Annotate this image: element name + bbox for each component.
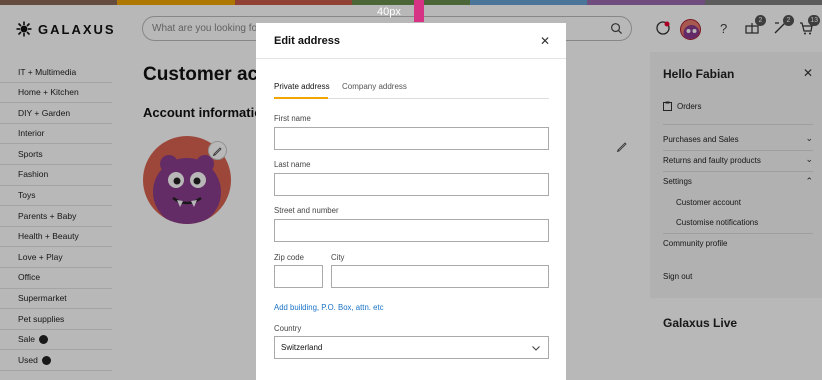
tab-private-address[interactable]: Private address <box>274 82 330 91</box>
dialog-title: Edit address <box>274 35 341 47</box>
city-label: City <box>331 253 345 262</box>
first-name-field[interactable] <box>274 127 549 150</box>
street-label: Street and number <box>274 206 339 215</box>
zip-field[interactable] <box>274 265 323 288</box>
tab-company-address[interactable]: Company address <box>342 82 407 91</box>
ruler-label: 40px <box>377 6 401 18</box>
edit-address-dialog: Edit address ✕ Private address Company a… <box>256 23 566 380</box>
active-tab-indicator <box>274 97 328 99</box>
street-field[interactable] <box>274 219 549 242</box>
close-icon[interactable]: ✕ <box>540 34 550 48</box>
country-select[interactable]: Switzerland <box>274 336 549 359</box>
chevron-down-icon <box>532 346 540 351</box>
city-field[interactable] <box>331 265 549 288</box>
address-tabs: Private address Company address <box>274 80 549 99</box>
country-value: Switzerland <box>281 343 323 352</box>
divider <box>256 58 566 59</box>
last-name-field[interactable] <box>274 173 549 196</box>
zip-label: Zip code <box>274 253 304 262</box>
country-label: Country <box>274 324 302 333</box>
ruler-marker <box>414 0 424 22</box>
add-address-details-link[interactable]: Add building, P.O. Box, attn. etc <box>274 303 384 312</box>
first-name-label: First name <box>274 114 311 123</box>
last-name-label: Last name <box>274 160 311 169</box>
